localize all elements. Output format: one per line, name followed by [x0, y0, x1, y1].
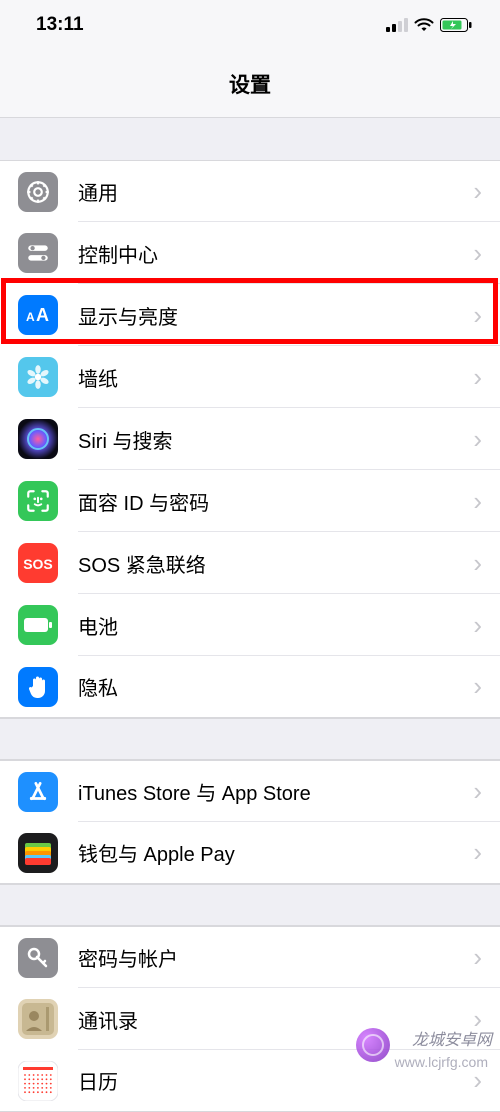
- row-display[interactable]: AA 显示与亮度 ›: [0, 284, 500, 346]
- chevron-right-icon: ›: [473, 548, 482, 579]
- chevron-right-icon: ›: [473, 486, 482, 517]
- header: 设置: [0, 50, 500, 118]
- group-spacer: [0, 718, 500, 760]
- row-wallet[interactable]: 钱包与 Apple Pay ›: [0, 822, 500, 884]
- chevron-right-icon: ›: [473, 362, 482, 393]
- gear-icon: [18, 172, 58, 212]
- row-label: 日历: [78, 1066, 473, 1095]
- row-label: 面容 ID 与密码: [78, 487, 473, 516]
- row-siri[interactable]: Siri 与搜索 ›: [0, 408, 500, 470]
- contacts-icon: [18, 999, 58, 1039]
- chevron-right-icon: ›: [473, 176, 482, 207]
- battery-icon: [440, 18, 472, 32]
- row-faceid[interactable]: 面容 ID 与密码 ›: [0, 470, 500, 532]
- chevron-right-icon: ›: [473, 776, 482, 807]
- switches-icon: [18, 233, 58, 273]
- signal-icon: [386, 18, 408, 32]
- watermark-text-1: 龙城安卓网: [412, 1026, 492, 1050]
- chevron-right-icon: ›: [473, 837, 482, 868]
- settings-group: 密码与帐户 › 通讯录 › 日历 ›: [0, 926, 500, 1112]
- faceid-icon: [18, 481, 58, 521]
- row-general[interactable]: 通用 ›: [0, 160, 500, 222]
- group-spacer: [0, 118, 500, 160]
- row-label: iTunes Store 与 App Store: [78, 777, 473, 806]
- settings-group: 通用 › 控制中心 › AA 显示与亮度 › 墙纸 › Siri 与搜索 › 面…: [0, 160, 500, 718]
- wifi-icon: [414, 18, 434, 32]
- chevron-right-icon: ›: [473, 942, 482, 973]
- group-spacer: [0, 884, 500, 926]
- status-icons: [386, 18, 472, 32]
- status-time: 13:11: [36, 14, 84, 36]
- row-privacy[interactable]: 隐私 ›: [0, 656, 500, 718]
- chevron-right-icon: ›: [473, 671, 482, 702]
- row-label: 墙纸: [78, 363, 473, 392]
- flower-icon: [18, 357, 58, 397]
- text-size-icon: AA: [18, 295, 58, 335]
- chevron-right-icon: ›: [473, 424, 482, 455]
- row-label: 电池: [78, 611, 473, 640]
- row-label: 钱包与 Apple Pay: [78, 838, 473, 867]
- battery-icon: [18, 605, 58, 645]
- siri-icon: [18, 419, 58, 459]
- key-icon: [18, 938, 58, 978]
- appstore-icon: [18, 772, 58, 812]
- status-bar: 13:11: [0, 0, 500, 50]
- row-label: 控制中心: [78, 239, 473, 268]
- sos-icon: SOS: [18, 543, 58, 583]
- row-label: 显示与亮度: [78, 301, 473, 330]
- calendar-icon: [18, 1061, 58, 1101]
- row-label: Siri 与搜索: [78, 425, 473, 454]
- row-wallpaper[interactable]: 墙纸 ›: [0, 346, 500, 408]
- row-label: 通用: [78, 177, 473, 206]
- svg-text:A: A: [26, 310, 35, 324]
- row-label: 隐私: [78, 672, 473, 701]
- row-passwords[interactable]: 密码与帐户 ›: [0, 926, 500, 988]
- row-label: 密码与帐户: [78, 943, 473, 972]
- page-title: 设置: [229, 69, 271, 99]
- settings-group: iTunes Store 与 App Store › 钱包与 Apple Pay…: [0, 760, 500, 884]
- row-sos[interactable]: SOS SOS 紧急联络 ›: [0, 532, 500, 594]
- svg-text:SOS: SOS: [23, 556, 53, 572]
- chevron-right-icon: ›: [473, 610, 482, 641]
- chevron-right-icon: ›: [473, 238, 482, 269]
- row-battery[interactable]: 电池 ›: [0, 594, 500, 656]
- svg-text:A: A: [36, 305, 49, 325]
- row-label: SOS 紧急联络: [78, 549, 473, 578]
- watermark-text-2: www.lcjrfg.com: [395, 1054, 488, 1070]
- row-control-center[interactable]: 控制中心 ›: [0, 222, 500, 284]
- watermark-logo: [356, 1028, 390, 1062]
- wallet-icon: [18, 833, 58, 873]
- hand-icon: [18, 667, 58, 707]
- row-itunes[interactable]: iTunes Store 与 App Store ›: [0, 760, 500, 822]
- chevron-right-icon: ›: [473, 300, 482, 331]
